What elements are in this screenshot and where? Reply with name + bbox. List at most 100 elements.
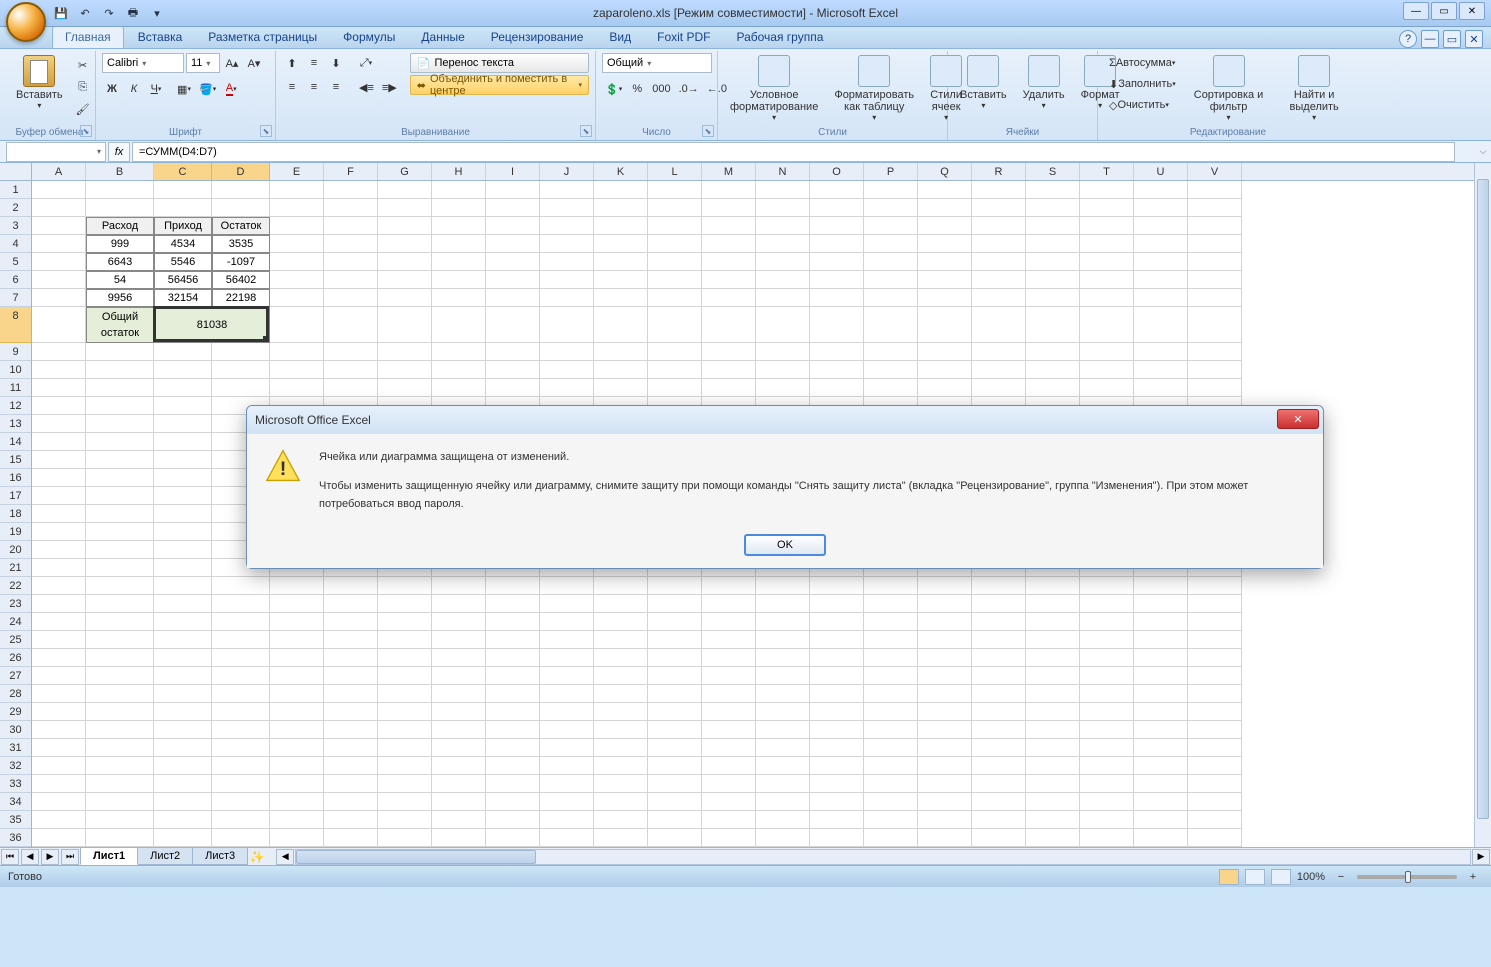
cell-U30[interactable] [1134, 721, 1188, 739]
cell-R34[interactable] [972, 793, 1026, 811]
cell-V32[interactable] [1188, 757, 1242, 775]
cell-M29[interactable] [702, 703, 756, 721]
cell-E34[interactable] [270, 793, 324, 811]
cell-T32[interactable] [1080, 757, 1134, 775]
cell-P33[interactable] [864, 775, 918, 793]
cell-N11[interactable] [756, 379, 810, 397]
cell-T30[interactable] [1080, 721, 1134, 739]
column-header-S[interactable]: S [1026, 163, 1080, 180]
cell-L8[interactable] [648, 307, 702, 343]
align-right-icon[interactable]: ≡ [326, 77, 346, 97]
cell-G31[interactable] [378, 739, 432, 757]
cell-I22[interactable] [486, 577, 540, 595]
cell-C25[interactable] [154, 631, 212, 649]
cell-L24[interactable] [648, 613, 702, 631]
cell-G24[interactable] [378, 613, 432, 631]
cell-D25[interactable] [212, 631, 270, 649]
align-top-icon[interactable]: ⬆ [282, 53, 302, 73]
cell-P6[interactable] [864, 271, 918, 289]
row-header-34[interactable]: 34 [0, 793, 31, 811]
cell-L22[interactable] [648, 577, 702, 595]
cell-Q3[interactable] [918, 217, 972, 235]
font-launcher[interactable]: ⬊ [260, 125, 272, 137]
cell-B23[interactable] [86, 595, 154, 613]
cell-U27[interactable] [1134, 667, 1188, 685]
minimize-button[interactable]: — [1403, 2, 1429, 20]
cell-F30[interactable] [324, 721, 378, 739]
cell-F6[interactable] [324, 271, 378, 289]
help-icon[interactable]: ? [1399, 30, 1417, 48]
cell-N28[interactable] [756, 685, 810, 703]
cell-J29[interactable] [540, 703, 594, 721]
fx-button[interactable]: fx [108, 142, 130, 162]
cell-V31[interactable] [1188, 739, 1242, 757]
cell-H9[interactable] [432, 343, 486, 361]
cell-B24[interactable] [86, 613, 154, 631]
cell-U22[interactable] [1134, 577, 1188, 595]
cell-V33[interactable] [1188, 775, 1242, 793]
cell-N4[interactable] [756, 235, 810, 253]
cell-B1[interactable] [86, 181, 154, 199]
cell-G22[interactable] [378, 577, 432, 595]
cell-S5[interactable] [1026, 253, 1080, 271]
cell-G25[interactable] [378, 631, 432, 649]
tab-вставка[interactable]: Вставка [126, 27, 195, 48]
cell-D3[interactable]: Остаток [212, 217, 270, 235]
cell-F36[interactable] [324, 829, 378, 847]
cell-B11[interactable] [86, 379, 154, 397]
cell-M1[interactable] [702, 181, 756, 199]
cell-P24[interactable] [864, 613, 918, 631]
cell-N29[interactable] [756, 703, 810, 721]
cell-K25[interactable] [594, 631, 648, 649]
cell-H8[interactable] [432, 307, 486, 343]
cell-P34[interactable] [864, 793, 918, 811]
column-header-D[interactable]: D [212, 163, 270, 180]
cell-Q30[interactable] [918, 721, 972, 739]
cell-Q1[interactable] [918, 181, 972, 199]
cell-P31[interactable] [864, 739, 918, 757]
cell-G29[interactable] [378, 703, 432, 721]
cell-A7[interactable] [32, 289, 86, 307]
cell-R36[interactable] [972, 829, 1026, 847]
cell-R22[interactable] [972, 577, 1026, 595]
cell-R23[interactable] [972, 595, 1026, 613]
cell-V8[interactable] [1188, 307, 1242, 343]
cell-Q29[interactable] [918, 703, 972, 721]
cell-F24[interactable] [324, 613, 378, 631]
name-box[interactable]: ▾ [6, 142, 106, 162]
cell-N7[interactable] [756, 289, 810, 307]
cell-T9[interactable] [1080, 343, 1134, 361]
number-launcher[interactable]: ⬊ [702, 125, 714, 137]
cell-N3[interactable] [756, 217, 810, 235]
cell-C12[interactable] [154, 397, 212, 415]
cell-I36[interactable] [486, 829, 540, 847]
cell-A14[interactable] [32, 433, 86, 451]
cell-M6[interactable] [702, 271, 756, 289]
office-button[interactable] [6, 2, 46, 42]
cell-T6[interactable] [1080, 271, 1134, 289]
window-restore-icon[interactable]: ▭ [1443, 30, 1461, 48]
cell-Q11[interactable] [918, 379, 972, 397]
percent-icon[interactable]: % [627, 79, 647, 99]
cell-H10[interactable] [432, 361, 486, 379]
cell-G27[interactable] [378, 667, 432, 685]
column-header-N[interactable]: N [756, 163, 810, 180]
cell-O7[interactable] [810, 289, 864, 307]
cell-C29[interactable] [154, 703, 212, 721]
cell-H31[interactable] [432, 739, 486, 757]
cell-U2[interactable] [1134, 199, 1188, 217]
cell-E33[interactable] [270, 775, 324, 793]
cell-C11[interactable] [154, 379, 212, 397]
cell-S25[interactable] [1026, 631, 1080, 649]
cell-V1[interactable] [1188, 181, 1242, 199]
cell-J11[interactable] [540, 379, 594, 397]
cell-B9[interactable] [86, 343, 154, 361]
cell-P36[interactable] [864, 829, 918, 847]
column-header-T[interactable]: T [1080, 163, 1134, 180]
cell-G23[interactable] [378, 595, 432, 613]
align-bottom-icon[interactable]: ⬇ [326, 53, 346, 73]
cell-C32[interactable] [154, 757, 212, 775]
cell-K32[interactable] [594, 757, 648, 775]
cell-B35[interactable] [86, 811, 154, 829]
cell-F26[interactable] [324, 649, 378, 667]
